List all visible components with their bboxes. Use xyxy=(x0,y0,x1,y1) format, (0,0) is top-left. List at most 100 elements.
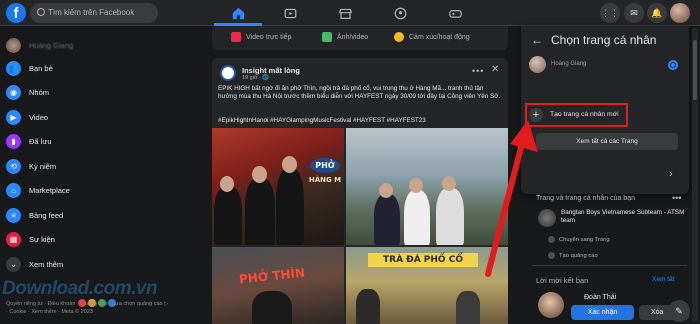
sidebar-profile[interactable]: Hoàng Giang xyxy=(6,34,73,56)
page-name[interactable]: Bangtan Boys Vietnamese Subteam - ATSM t… xyxy=(561,209,691,225)
nav-gaming-tab[interactable] xyxy=(430,3,480,23)
new-message-button[interactable]: ✎ xyxy=(668,300,690,322)
photo-video-label: Ảnh/video xyxy=(337,33,369,41)
photo-person-head xyxy=(282,156,297,173)
photo-person xyxy=(276,168,304,245)
account-avatar[interactable] xyxy=(670,3,690,23)
switch-icon xyxy=(548,236,555,243)
back-arrow-icon[interactable]: ← xyxy=(531,33,543,47)
sidebar-item-friends[interactable]: 👥 Bạn bè xyxy=(6,57,53,79)
nav-groups-tab[interactable] xyxy=(375,3,425,23)
sidebar-item-video[interactable]: ▶ Video xyxy=(6,106,48,128)
video-icon: ▶ xyxy=(6,109,21,125)
menu-button[interactable]: ⋮⋮ xyxy=(600,3,620,23)
photo-sign-text: TRÀ ĐÁ PHỐ CỔ xyxy=(368,253,478,267)
search-input[interactable]: Tìm kiếm trên Facebook xyxy=(30,3,158,23)
search-icon xyxy=(37,8,45,16)
groups-icon: ◉ xyxy=(6,85,21,100)
red-arrow-annotation xyxy=(485,120,538,277)
live-video-button[interactable]: Video trực tiếp xyxy=(231,31,291,43)
friend-request-name[interactable]: Đoàn Thái xyxy=(584,294,616,301)
pages-section-title: Trang và trang cá nhân của bạn xyxy=(536,195,635,202)
panel-title: Chọn trang cá nhân xyxy=(551,33,657,47)
sidebar-item-feed[interactable]: ≡ Bảng feed xyxy=(6,204,63,226)
sidebar-item-label: Đã lưu xyxy=(29,137,52,146)
more-options-icon[interactable]: ••• xyxy=(672,193,681,203)
messenger-button[interactable]: ✉ xyxy=(624,3,644,23)
sidebar-item-label: Video xyxy=(29,112,49,122)
events-icon: ▦ xyxy=(6,232,21,247)
notifications-button[interactable]: 🔔 xyxy=(647,3,667,23)
chevron-right-icon[interactable]: › xyxy=(669,168,673,180)
bell-icon: 🔔 xyxy=(651,7,663,18)
photo-icon xyxy=(322,32,332,42)
photo-sign-text: PHỞ xyxy=(310,158,340,173)
photo-person xyxy=(356,289,380,324)
profile-option-name[interactable]: Hoàng Giang xyxy=(551,61,586,67)
post-text: EPIK HIGH bất ngờ đi ăn phở Thìn, ngồi t… xyxy=(218,85,501,100)
nav-marketplace-tab[interactable] xyxy=(320,3,370,23)
compose-icon: ✎ xyxy=(675,305,683,316)
sidebar-item-memories[interactable]: ⟲ Kỷ niệm xyxy=(6,155,56,177)
sidebar-item-marketplace[interactable]: ⌂ Marketplace xyxy=(6,180,70,202)
accept-request-button[interactable]: Xác nhận xyxy=(571,305,634,320)
post-close-icon[interactable]: ✕ xyxy=(491,64,499,75)
groups-icon xyxy=(394,7,406,19)
photo-video-button[interactable]: Ảnh/video xyxy=(322,31,368,43)
post-author-avatar[interactable] xyxy=(220,65,236,81)
switch-to-page-button[interactable]: Chuyển sang Trang xyxy=(548,236,610,243)
sidebar-item-label: Bạn bè xyxy=(29,63,53,73)
sidebar-item-events[interactable]: ▦ Sự kiện xyxy=(6,229,55,251)
watermark-text: Download.com.vn xyxy=(2,278,158,299)
sidebar-item-label: Bảng feed xyxy=(29,210,64,220)
see-all-pages-button[interactable]: Xem tất cả các Trang xyxy=(536,133,678,150)
sidebar-profile-name: Hoàng Giang xyxy=(29,40,74,50)
photo-person xyxy=(214,186,242,245)
post-photo-3[interactable]: PHỞ THÌN xyxy=(212,247,344,324)
home-icon xyxy=(232,7,244,19)
post-author-name[interactable]: Insight mất lòng xyxy=(242,66,300,75)
create-ad-button[interactable]: Tạo quảng cáo xyxy=(548,252,598,259)
live-video-icon xyxy=(231,32,241,42)
facebook-logo-icon[interactable]: f xyxy=(6,3,26,23)
marketplace-icon: ⌂ xyxy=(6,183,21,198)
avatar xyxy=(6,37,21,53)
sidebar-item-label: Nhóm xyxy=(29,88,50,97)
friend-request-avatar[interactable] xyxy=(538,292,564,318)
megaphone-icon xyxy=(548,252,555,259)
marketplace-icon xyxy=(338,8,352,19)
photo-person-head xyxy=(442,176,456,191)
sidebar-item-label: Marketplace xyxy=(29,186,70,195)
sidebar-item-groups[interactable]: ◉ Nhóm xyxy=(6,82,49,104)
post-photo-1[interactable]: PHỞ HÀNG M xyxy=(212,128,344,245)
video-icon xyxy=(284,8,296,18)
feeling-activity-label: Cảm xúc/hoạt động xyxy=(409,33,470,41)
sidebar-item-label: Xem thêm xyxy=(29,259,64,269)
post-hashtags[interactable]: #EpikHighInHanoi #HAYGlampingMusicFestiv… xyxy=(218,117,508,124)
sidebar-item-label: Kỷ niệm xyxy=(29,161,57,171)
sidebar-item-saved[interactable]: ▮ Đã lưu xyxy=(6,131,52,153)
photo-person-head xyxy=(220,176,234,192)
scrollbar-thumb[interactable] xyxy=(693,40,697,100)
sidebar-item-chevron-down[interactable]: ⌄ Xem thêm xyxy=(6,253,63,275)
friend-requests-see-all-link[interactable]: Xem tất xyxy=(652,276,674,283)
photo-person xyxy=(436,188,464,245)
switch-to-page-label: Chuyển sang Trang xyxy=(559,236,610,243)
nav-video-tab[interactable] xyxy=(265,3,315,23)
friend-requests-title: Lời mời kết bạn xyxy=(536,276,589,285)
sidebar-footer-links[interactable]: Quyền riêng tư · Điều khoản · Quảng cáo … xyxy=(6,300,171,316)
post-more-icon[interactable]: ••• xyxy=(472,66,484,76)
friends-icon: 👥 xyxy=(6,60,21,76)
page-avatar[interactable] xyxy=(538,209,556,227)
photo-person xyxy=(252,291,292,324)
nav-home-tab[interactable] xyxy=(213,3,263,23)
feeling-activity-button[interactable]: Cảm xúc/hoạt động xyxy=(394,31,470,43)
chevron-down-icon: ⌄ xyxy=(6,256,21,272)
avatar[interactable] xyxy=(529,56,546,73)
sidebar-item-label: Sự kiện xyxy=(29,235,55,244)
photo-person-head xyxy=(252,166,267,183)
post-timestamp[interactable]: 19 giờ · 🌐 xyxy=(242,75,269,81)
feed-icon: ≡ xyxy=(6,207,21,223)
create-new-profile-button[interactable]: Tạo trang cá nhân mới xyxy=(550,111,619,118)
photo-person xyxy=(456,291,480,324)
